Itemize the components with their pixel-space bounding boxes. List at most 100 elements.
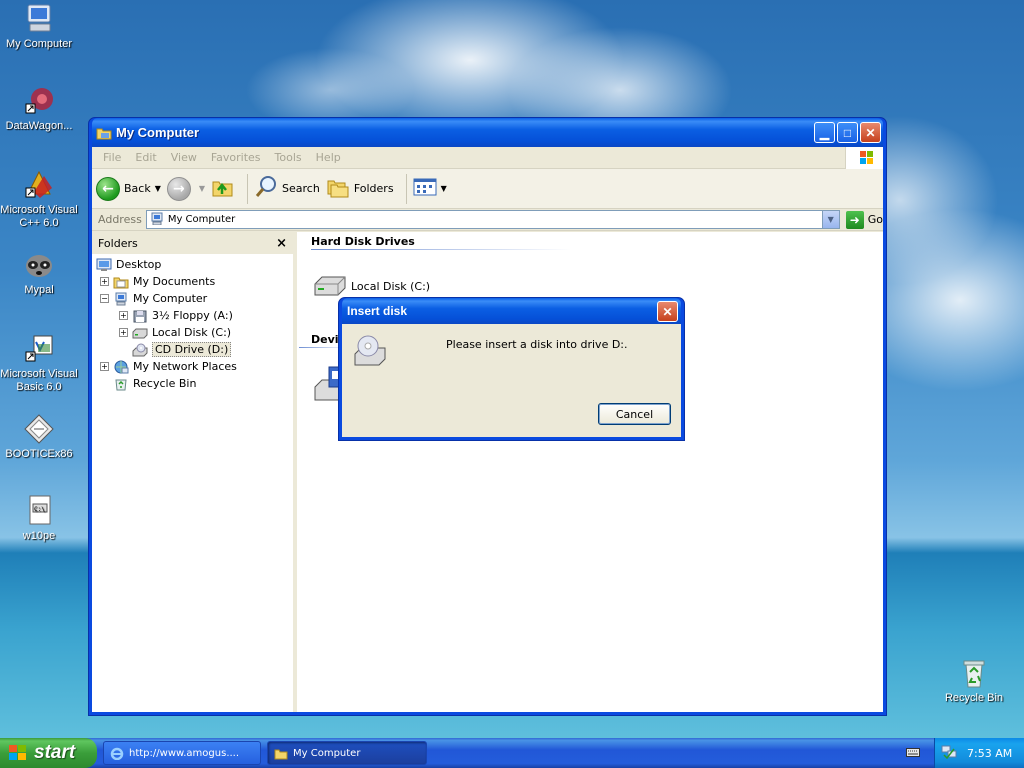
address-value: My Computer <box>167 214 236 225</box>
window-title: My Computer <box>116 125 200 140</box>
views-button[interactable]: ▼ <box>413 177 447 200</box>
tree-item-label: 3½ Floppy (A:) <box>152 309 233 322</box>
taskbar: start http://www.amogus.... My Computer … <box>0 738 1024 768</box>
section-devices: Devi <box>311 333 339 346</box>
back-dropdown-icon[interactable]: ▼ <box>155 184 161 193</box>
desktop-icon-mypal[interactable]: Mypal <box>0 248 78 297</box>
expand-icon[interactable]: + <box>119 311 128 320</box>
expand-icon[interactable]: + <box>100 277 109 286</box>
desktop-icon-visual-basic[interactable]: Microsoft Visual Basic 6.0 <box>0 332 78 394</box>
tree-item-floppy[interactable]: + 3½ Floppy (A:) <box>92 307 293 324</box>
desktop-icon-label: Recycle Bin <box>944 692 1004 704</box>
datawagon-icon <box>22 84 56 118</box>
back-button[interactable]: ← Back ▼ <box>96 176 161 201</box>
cancel-button[interactable]: Cancel <box>598 403 671 425</box>
visual-cpp-icon <box>22 168 56 202</box>
my-computer-icon <box>22 2 56 36</box>
folder-icon <box>274 747 288 760</box>
dialog-body: Please insert a disk into drive D:. Canc… <box>342 324 681 437</box>
desktop-icon-visual-cpp[interactable]: Microsoft Visual C++ 6.0 <box>0 168 78 230</box>
tree-item-label: Desktop <box>116 258 162 271</box>
forward-dropdown-icon[interactable]: ▼ <box>199 184 205 193</box>
taskbar-item-browser[interactable]: http://www.amogus.... <box>103 741 261 765</box>
menu-favorites[interactable]: Favorites <box>204 151 268 164</box>
menu-edit[interactable]: Edit <box>128 151 163 164</box>
collapse-icon[interactable]: − <box>100 294 109 303</box>
desktop-icon-label: BOOTICEx86 <box>5 448 73 460</box>
menu-bar: File Edit View Favorites Tools Help <box>92 147 883 169</box>
views-dropdown-icon[interactable]: ▼ <box>441 184 447 193</box>
drive-label: Local Disk (C:) <box>351 280 431 293</box>
folder-tree: Desktop + My Documents − My Computer + 3… <box>92 254 293 392</box>
tree-item-my-documents[interactable]: + My Documents <box>92 273 293 290</box>
desktop-icon-datawagon[interactable]: DataWagon... <box>0 84 78 133</box>
desktop-icon-label: Mypal <box>24 284 54 296</box>
start-button[interactable]: start <box>0 738 97 768</box>
menu-tools[interactable]: Tools <box>268 151 309 164</box>
address-input[interactable]: My Computer ▼ <box>145 210 840 229</box>
tree-item-desktop[interactable]: Desktop <box>92 256 293 273</box>
windows-logo-icon <box>8 744 28 762</box>
desktop-icon-recycle-bin[interactable]: Recycle Bin <box>935 656 1013 705</box>
menu-file[interactable]: File <box>96 151 128 164</box>
back-arrow-icon: ← <box>96 176 120 201</box>
maximize-icon: □ <box>843 125 852 140</box>
up-button[interactable] <box>211 176 235 201</box>
mypal-icon <box>22 248 56 282</box>
tree-item-my-computer[interactable]: − My Computer <box>92 290 293 307</box>
views-icon <box>413 177 437 200</box>
search-button[interactable]: Search <box>254 175 320 202</box>
cd-drive-icon <box>132 343 148 357</box>
tree-item-recycle-bin[interactable]: Recycle Bin <box>92 375 293 392</box>
expand-icon[interactable]: + <box>119 328 128 337</box>
expand-icon[interactable]: + <box>100 362 109 371</box>
go-label: Go <box>867 213 883 226</box>
standard-toolbar: ← Back ▼ → ▼ Search Folders ▼ <box>92 169 883 209</box>
go-arrow-icon: ➜ <box>845 210 864 229</box>
section-divider <box>311 249 571 250</box>
forward-button[interactable]: → ▼ <box>166 176 205 201</box>
desktop-icon-label: Microsoft Visual Basic 6.0 <box>0 368 78 393</box>
dialog-close-button[interactable]: ✕ <box>657 301 678 322</box>
desktop-icon-bootice[interactable]: BOOTICEx86 <box>0 412 78 461</box>
minimize-button[interactable]: ▁ <box>814 122 835 143</box>
go-button[interactable]: ➜ Go <box>845 210 883 229</box>
maximize-button[interactable]: □ <box>837 122 858 143</box>
taskbar-item-label: http://www.amogus.... <box>129 747 240 759</box>
close-button[interactable]: ✕ <box>860 122 881 143</box>
tree-item-network-places[interactable]: + My Network Places <box>92 358 293 375</box>
menu-help[interactable]: Help <box>309 151 348 164</box>
tree-item-local-disk[interactable]: + Local Disk (C:) <box>92 324 293 341</box>
dialog-titlebar[interactable]: Insert disk ✕ <box>342 298 681 324</box>
close-icon: ✕ <box>662 304 673 319</box>
clock[interactable]: 7:53 AM <box>967 747 1012 760</box>
my-computer-icon <box>113 292 129 306</box>
folders-label: Folders <box>353 182 394 195</box>
network-tray-icon[interactable] <box>941 745 957 762</box>
tree-item-cd-drive[interactable]: CD Drive (D:) <box>92 341 293 358</box>
desktop-icon-label: w10pe <box>22 530 56 542</box>
recycle-bin-icon <box>113 377 129 391</box>
close-icon[interactable]: × <box>276 236 287 251</box>
address-bar: Address My Computer ▼ ➜ Go <box>92 209 883 231</box>
visual-basic-icon <box>22 332 56 366</box>
menu-view[interactable]: View <box>164 151 204 164</box>
desktop-icon-label: DataWagon... <box>5 120 73 132</box>
tree-item-label: Local Disk (C:) <box>152 326 232 339</box>
folders-pane: Folders × Desktop + My Documents − My Co… <box>92 232 297 712</box>
search-label: Search <box>282 182 320 195</box>
taskbar-item-my-computer[interactable]: My Computer <box>267 741 427 765</box>
hard-disk-icon <box>132 326 148 340</box>
toolbar-separator <box>405 173 407 204</box>
tree-item-label: CD Drive (D:) <box>152 342 232 357</box>
insert-disk-dialog: Insert disk ✕ Please insert a disk into … <box>338 297 685 441</box>
keyboard-icon[interactable] <box>906 746 920 758</box>
folders-button[interactable]: Folders <box>326 176 394 201</box>
window-titlebar[interactable]: My Computer ▁ □ ✕ <box>92 118 883 147</box>
minimize-icon: ▁ <box>819 125 830 140</box>
desktop-icon-my-computer[interactable]: My Computer <box>0 2 78 51</box>
start-label: start <box>34 742 76 763</box>
address-dropdown-icon[interactable]: ▼ <box>821 211 839 228</box>
network-icon <box>113 360 129 374</box>
desktop-icon-w10pe[interactable]: C:\ w10pe <box>0 494 78 543</box>
